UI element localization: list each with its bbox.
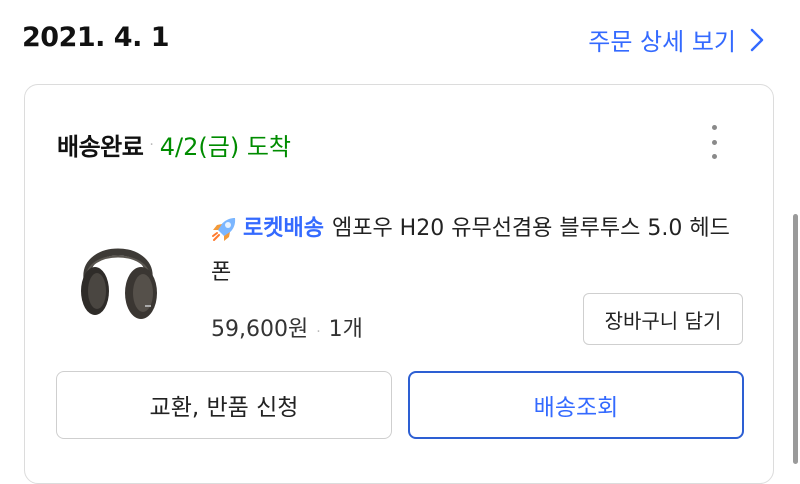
order-detail-link-label: 주문 상세 보기 bbox=[588, 28, 736, 56]
delivery-status: 배송완료 bbox=[57, 133, 144, 161]
kebab-menu-icon[interactable] bbox=[707, 125, 721, 159]
product-title[interactable]: 로켓배송 엠포우 H20 유무선겸용 블루투스 5.0 헤드폰 bbox=[211, 207, 731, 295]
rocket-delivery-label: 로켓배송 bbox=[243, 216, 324, 241]
product-info: 로켓배송 엠포우 H20 유무선겸용 블루투스 5.0 헤드폰 bbox=[211, 207, 731, 295]
order-date: 2021. 4. 1 bbox=[22, 22, 170, 53]
price-row: 59,600원 · 1개 bbox=[211, 311, 363, 343]
track-delivery-button[interactable]: 배송조회 bbox=[408, 371, 744, 439]
scrollbar[interactable] bbox=[793, 214, 798, 464]
separator-dot: · bbox=[316, 324, 321, 340]
exchange-return-button[interactable]: 교환, 반품 신청 bbox=[56, 371, 392, 439]
separator-dot: · bbox=[149, 136, 154, 153]
product-quantity: 1개 bbox=[328, 317, 363, 342]
add-to-cart-button[interactable]: 장바구니 담기 bbox=[583, 293, 743, 345]
product-thumbnail[interactable] bbox=[73, 223, 163, 323]
chevron-right-icon bbox=[750, 28, 764, 51]
rocket-icon bbox=[212, 218, 236, 241]
product-price: 59,600원 bbox=[211, 317, 309, 342]
delivery-status-row: 배송완료 · 4/2(금) 도착 bbox=[57, 127, 291, 162]
order-detail-link[interactable]: 주문 상세 보기 bbox=[588, 22, 764, 57]
order-card: 배송완료 · 4/2(금) 도착 로켓배송 엠포우 H20 유무선겸용 블루투스… bbox=[24, 84, 774, 484]
rocket-delivery-badge: 로켓배송 bbox=[211, 207, 324, 251]
arrival-date: 4/2(금) 도착 bbox=[159, 133, 292, 161]
